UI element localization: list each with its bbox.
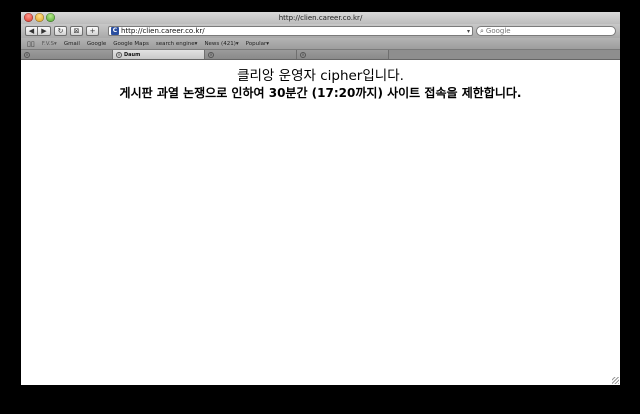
tab-close-icon[interactable]: × bbox=[300, 51, 306, 58]
tab-4[interactable]: × bbox=[297, 50, 389, 59]
reload-button[interactable]: ↻ bbox=[54, 26, 67, 36]
access-restriction-notice: 게시판 과열 논쟁으로 인하여 30분간 (17:20까지) 사이트 접속을 제… bbox=[119, 86, 522, 100]
toolbar: ◀ ▶ ↻ ⊠ + C http://clien.career.co.kr/ ▾… bbox=[21, 24, 620, 38]
tab-close-icon[interactable]: × bbox=[116, 51, 122, 58]
back-button[interactable]: ◀ bbox=[25, 26, 38, 36]
browser-window: http://clien.career.co.kr/ ◀ ▶ ↻ ⊠ + C h… bbox=[21, 12, 620, 385]
bookmark-item[interactable]: Gmail bbox=[64, 41, 80, 47]
window-title: http://clien.career.co.kr/ bbox=[278, 14, 363, 22]
tab-bar: × × Daum × × bbox=[21, 50, 620, 60]
address-input[interactable]: http://clien.career.co.kr/ bbox=[121, 27, 465, 35]
forward-icon: ▶ bbox=[41, 27, 47, 35]
search-icon[interactable]: ⌕ bbox=[480, 27, 484, 35]
title-bar: http://clien.career.co.kr/ bbox=[21, 12, 620, 24]
address-bar[interactable]: C http://clien.career.co.kr/ ▾ bbox=[108, 26, 473, 36]
bookmark-item[interactable]: F.V.S▾ bbox=[42, 41, 57, 47]
bookmark-item[interactable]: Google Maps bbox=[113, 41, 149, 47]
search-input[interactable] bbox=[485, 27, 612, 35]
address-dropdown-icon[interactable]: ▾ bbox=[467, 28, 470, 35]
nav-buttons: ◀ ▶ bbox=[25, 26, 51, 36]
snapback-button[interactable]: ⊠ bbox=[70, 26, 83, 36]
snapback-icon: ⊠ bbox=[73, 27, 80, 35]
search-field[interactable]: ⌕ bbox=[476, 26, 616, 36]
back-icon: ◀ bbox=[28, 27, 35, 35]
site-favicon-icon: C bbox=[111, 27, 119, 35]
tab-close-icon[interactable]: × bbox=[24, 51, 30, 58]
tab-3[interactable]: × bbox=[205, 50, 297, 59]
bookmarks-book-icon[interactable]: ▯▯ bbox=[27, 40, 35, 48]
tab-1[interactable]: × bbox=[21, 50, 113, 59]
bookmark-item[interactable]: Google bbox=[87, 41, 106, 47]
plus-icon: + bbox=[89, 27, 96, 35]
operator-greeting: 클리앙 운영자 cipher입니다. bbox=[237, 68, 404, 84]
bookmark-item[interactable]: search engine▾ bbox=[156, 41, 198, 47]
bookmark-item[interactable]: Popular▾ bbox=[246, 41, 269, 47]
page-content: 클리앙 운영자 cipher입니다. 게시판 과열 논쟁으로 인하여 30분간 … bbox=[21, 60, 620, 385]
bookmarks-bar: ▯▯ F.V.S▾ Gmail Google Google Maps searc… bbox=[21, 38, 620, 50]
reload-icon: ↻ bbox=[57, 27, 64, 35]
tab-label: Daum bbox=[124, 51, 141, 58]
tab-close-icon[interactable]: × bbox=[208, 51, 214, 58]
add-bookmark-button[interactable]: + bbox=[86, 26, 99, 36]
tab-daum[interactable]: × Daum bbox=[113, 50, 205, 59]
resize-grip-icon[interactable] bbox=[612, 377, 619, 384]
bookmark-item[interactable]: News (421)▾ bbox=[204, 41, 238, 47]
forward-button[interactable]: ▶ bbox=[38, 26, 51, 36]
